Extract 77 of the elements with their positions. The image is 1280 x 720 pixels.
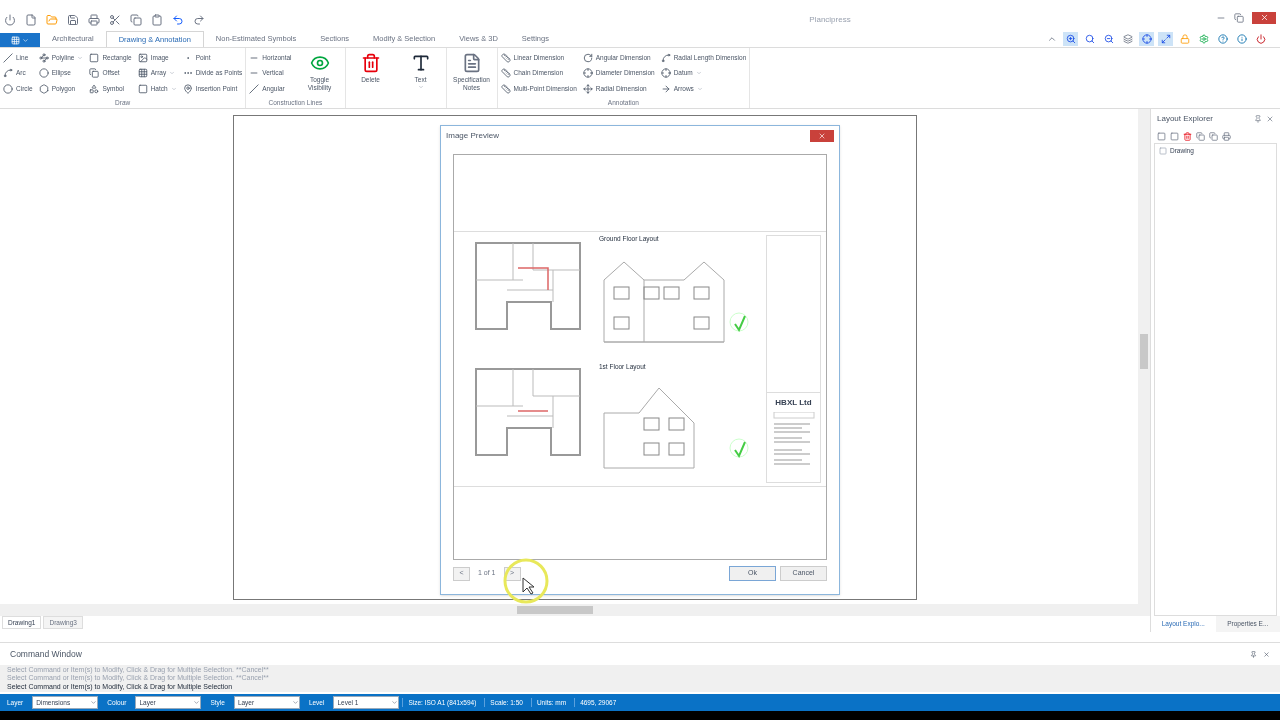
paste-icon[interactable] (151, 13, 163, 26)
angle-icon (582, 52, 593, 63)
caret-icon (77, 54, 84, 61)
grid-icon (137, 68, 148, 79)
ruler-icon (500, 83, 511, 94)
caret-icon (391, 699, 399, 706)
caret-icon (695, 70, 702, 77)
delete-icon (360, 53, 381, 73)
crosshair-icon[interactable] (1139, 32, 1154, 46)
close-icon[interactable] (1263, 650, 1270, 658)
crosshair-icon (660, 68, 671, 79)
restore-icon[interactable] (1234, 12, 1244, 23)
line-icon (3, 52, 13, 63)
move-icon (582, 83, 593, 94)
caret-icon (170, 85, 177, 92)
rectangle-icon (89, 52, 100, 63)
pin-icon[interactable] (1250, 650, 1257, 658)
square-icon (137, 83, 148, 94)
ruler-icon (500, 52, 511, 63)
info-icon[interactable] (1234, 32, 1249, 46)
expand-icon[interactable] (1158, 32, 1173, 46)
curve-icon (660, 52, 671, 63)
arrow-icon (660, 83, 671, 94)
copy-icon[interactable] (1209, 131, 1218, 141)
layers-icon[interactable] (1120, 32, 1135, 46)
close-icon[interactable] (1266, 115, 1274, 123)
undo-icon[interactable] (172, 13, 184, 26)
pin-icon[interactable] (1254, 115, 1262, 123)
delete-icon[interactable] (1183, 131, 1192, 141)
zoom-in-icon[interactable] (1063, 32, 1078, 46)
save-icon[interactable] (67, 13, 79, 26)
help-icon[interactable] (1215, 32, 1230, 46)
caret-icon (696, 85, 703, 92)
caret-icon (90, 699, 98, 706)
diagonal-line-icon (249, 83, 260, 94)
menu-icon (11, 35, 20, 45)
vertical-scrollbar[interactable] (1138, 109, 1150, 604)
arc-icon (3, 68, 13, 79)
redo-icon[interactable] (193, 13, 205, 26)
copy-icon[interactable] (1196, 131, 1205, 141)
polyline-icon (38, 52, 49, 63)
command-window-title: Command Window (10, 647, 82, 661)
window-title: Plancipress (809, 13, 851, 26)
visibility-icon (309, 53, 330, 73)
close-icon (1259, 13, 1269, 22)
pin-icon (182, 83, 193, 94)
printer-icon[interactable] (1222, 131, 1231, 141)
caret-icon (169, 70, 176, 77)
circle-icon (3, 83, 13, 94)
new-file-icon[interactable] (25, 13, 37, 26)
ruler-icon (500, 68, 511, 79)
scrollbar-thumb[interactable] (517, 606, 593, 614)
file-menu-button[interactable] (0, 33, 40, 47)
caret-icon (417, 84, 424, 90)
offset-icon (89, 68, 100, 79)
panel-title: Layout Explorer (1157, 113, 1215, 125)
caret-icon (291, 699, 299, 706)
close-icon (818, 132, 826, 140)
cut-icon[interactable] (109, 13, 121, 26)
close-button[interactable] (810, 130, 834, 142)
scrollbar-thumb[interactable] (1140, 334, 1148, 369)
caret-icon (193, 699, 201, 706)
ellipse-icon (38, 68, 49, 79)
company-name: HBXL Ltd (775, 397, 812, 409)
crosshair-icon (582, 68, 593, 79)
printer-icon[interactable] (88, 13, 100, 26)
polygon-icon (38, 83, 49, 94)
dialog-title: Image Preview (446, 130, 500, 142)
close-button[interactable] (1252, 11, 1276, 24)
horizontal-scrollbar[interactable] (0, 604, 1150, 616)
copy-icon[interactable] (130, 13, 142, 26)
image-icon (137, 52, 148, 63)
app-icon[interactable] (4, 13, 16, 26)
shapes-icon (89, 83, 100, 94)
sheet-icon (1159, 146, 1167, 155)
folder-icon[interactable] (46, 13, 58, 26)
caret-icon (22, 36, 29, 44)
